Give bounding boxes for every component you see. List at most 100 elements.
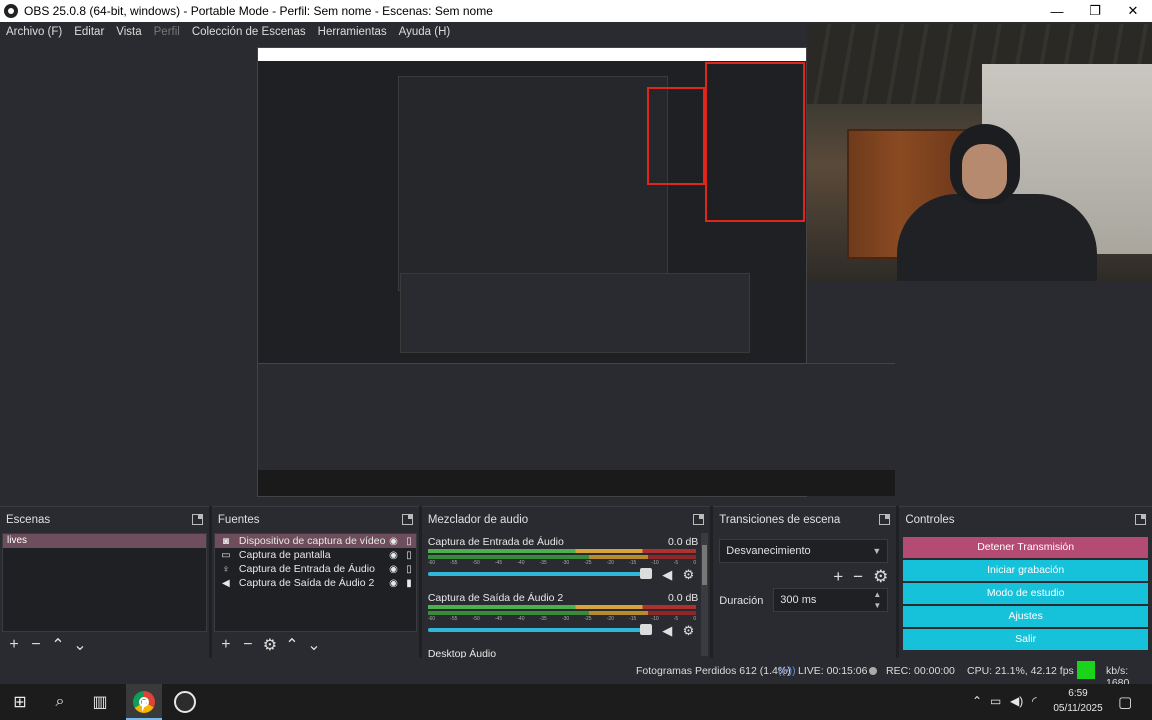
webcam-source[interactable] — [807, 24, 1152, 281]
add-icon[interactable]: + — [833, 567, 843, 587]
windows-start-icon[interactable]: ⊞ — [8, 690, 32, 714]
channel-name: Captura de Saída de Áudio 2 — [427, 592, 564, 604]
undock-icon[interactable] — [401, 514, 413, 525]
eye-icon[interactable]: ◉ — [389, 578, 398, 589]
source-item[interactable]: ◀ Captura de Saída de Áudio 2 ◉ ▮ — [215, 576, 416, 590]
meter-ticks: -60 -55 -50 -45 -40 -35 -30 -25 -20 -15 … — [428, 560, 696, 566]
speaker-icon[interactable]: ◀ — [662, 567, 672, 583]
meter-tick: -45 — [494, 616, 503, 622]
mixer-scrollbar[interactable] — [701, 533, 709, 656]
menu-herramientas[interactable]: Herramientas — [312, 26, 393, 38]
remove-icon[interactable]: − — [28, 636, 44, 654]
meter-tick: -30 — [561, 560, 570, 566]
add-icon[interactable]: + — [218, 636, 234, 654]
exit-button[interactable]: Salir — [903, 629, 1148, 650]
sources-toolbar: + − ⚙ ⌃ ⌄ — [212, 632, 419, 658]
scenes-toolbar: + − ⌃ ⌄ — [0, 632, 209, 658]
menu-editar[interactable]: Editar — [68, 26, 110, 38]
volume-icon[interactable]: ◀) — [1010, 694, 1023, 708]
microphone-icon: ♀ — [222, 563, 230, 575]
person-body-image — [897, 194, 1097, 281]
lock-icon[interactable]: ▯ — [406, 536, 412, 547]
meter-tick: -60 — [427, 560, 436, 566]
meter-tick: -25 — [584, 616, 592, 622]
meter-tick: -25 — [584, 560, 592, 566]
meter-tick: -5 — [673, 616, 679, 622]
gear-icon[interactable]: ⚙ — [262, 635, 278, 655]
transition-selected: Desvanecimiento — [726, 545, 811, 557]
mixer-channel: Desktop Áudio — [422, 645, 710, 659]
volume-slider-handle[interactable] — [640, 568, 653, 579]
lock-icon[interactable]: ▯ — [406, 564, 412, 575]
source-selection-frame[interactable] — [705, 62, 805, 222]
speaker-icon[interactable]: ◀ — [662, 623, 672, 639]
wifi-icon[interactable]: ◜ — [1032, 694, 1037, 708]
remove-icon[interactable]: − — [853, 567, 863, 587]
nested-docks-level-2 — [400, 273, 750, 353]
duration-spinbox[interactable]: 300 ms ▲ ▼ — [773, 588, 889, 612]
volume-slider-handle[interactable] — [640, 624, 653, 635]
search-icon[interactable]: ⌕ — [48, 690, 72, 714]
transitions-dock: Transiciones de escena Desvanecimiento ▼… — [713, 506, 897, 658]
obs-taskbar-icon[interactable] — [173, 690, 197, 714]
volume-slider[interactable] — [427, 628, 645, 632]
remove-icon[interactable]: − — [240, 636, 256, 654]
spin-arrows-icon[interactable]: ▲ ▼ — [873, 589, 881, 611]
move-down-icon[interactable]: ⌄ — [306, 635, 322, 655]
dropped-frames: Fotogramas Perdidos 612 (1.4%) — [636, 665, 791, 677]
eye-icon[interactable]: ◉ — [389, 564, 398, 575]
eye-icon[interactable]: ◉ — [389, 536, 398, 547]
nested-title-bar — [258, 48, 806, 61]
meter-tick: -15 — [629, 616, 637, 622]
source-item[interactable]: ♀ Captura de Entrada de Áudio ◉ ▯ — [215, 562, 416, 576]
menu-ayuda[interactable]: Ayuda (H) — [393, 26, 457, 38]
menu-vista[interactable]: Vista — [110, 26, 147, 38]
obs-logo-icon — [4, 4, 18, 18]
source-label: Captura de Entrada de Áudio — [238, 563, 375, 575]
gear-icon[interactable]: ⚙ — [873, 567, 888, 587]
task-view-icon[interactable]: ▥ — [88, 690, 112, 714]
notification-icon[interactable]: ▢ — [1118, 693, 1132, 711]
move-up-icon[interactable]: ⌃ — [50, 635, 66, 655]
undock-icon[interactable] — [191, 514, 203, 525]
lock-icon[interactable]: ▮ — [406, 578, 412, 589]
studio-mode-button[interactable]: Modo de estudio — [903, 583, 1148, 604]
meter-tick: 0 — [693, 616, 697, 622]
meter-tick: -40 — [517, 616, 525, 622]
close-button[interactable]: ✕ — [1114, 0, 1152, 22]
rec-dot-icon — [869, 665, 882, 677]
scrollbar-thumb[interactable] — [702, 545, 708, 585]
move-up-icon[interactable]: ⌃ — [284, 635, 300, 655]
taskbar-clock[interactable]: 6:59 05/11/2025 — [1050, 686, 1106, 716]
add-icon[interactable]: + — [6, 636, 22, 654]
tray-chevron-up-icon[interactable]: ⌃ — [972, 694, 982, 708]
undock-icon[interactable] — [693, 514, 705, 525]
source-label: Captura de pantalla — [238, 549, 331, 561]
minimize-button[interactable]: — — [1038, 0, 1076, 22]
eye-icon[interactable]: ◉ — [389, 550, 398, 561]
gear-icon[interactable]: ⚙ — [683, 567, 695, 583]
transition-select[interactable]: Desvanecimiento ▼ — [719, 539, 889, 563]
source-item[interactable]: ◙ Dispositivo de captura de vídeo ◉ ▯ — [214, 534, 416, 548]
undock-icon[interactable] — [1135, 514, 1146, 525]
camera-icon: ◙ — [222, 535, 229, 547]
meter-tick: -60 — [427, 616, 436, 622]
mouse-cursor-icon — [142, 700, 148, 712]
meter-tick: -35 — [539, 616, 547, 622]
start-recording-button[interactable]: Iniciar grabación — [903, 560, 1148, 581]
scene-item[interactable]: lives — [3, 534, 206, 548]
source-item[interactable]: ▭ Captura de pantalla ◉ ▯ — [215, 548, 416, 562]
menu-perfil[interactable]: Perfil — [148, 26, 186, 38]
battery-icon[interactable]: ▭ — [990, 694, 1001, 708]
lock-icon[interactable]: ▯ — [406, 550, 412, 561]
volume-slider[interactable] — [427, 572, 645, 576]
stop-streaming-button[interactable]: Detener Transmisión — [903, 537, 1148, 558]
move-down-icon[interactable]: ⌄ — [72, 635, 88, 655]
maximize-button[interactable]: ❐ — [1076, 0, 1114, 22]
settings-button[interactable]: Ajustes — [903, 606, 1148, 627]
gear-icon[interactable]: ⚙ — [683, 623, 695, 639]
controls-dock-title: Controles — [905, 514, 955, 526]
menu-coleccion-escenas[interactable]: Colección de Escenas — [186, 26, 312, 38]
undock-icon[interactable] — [879, 514, 891, 525]
menu-archivo[interactable]: Archivo (F) — [0, 26, 68, 38]
